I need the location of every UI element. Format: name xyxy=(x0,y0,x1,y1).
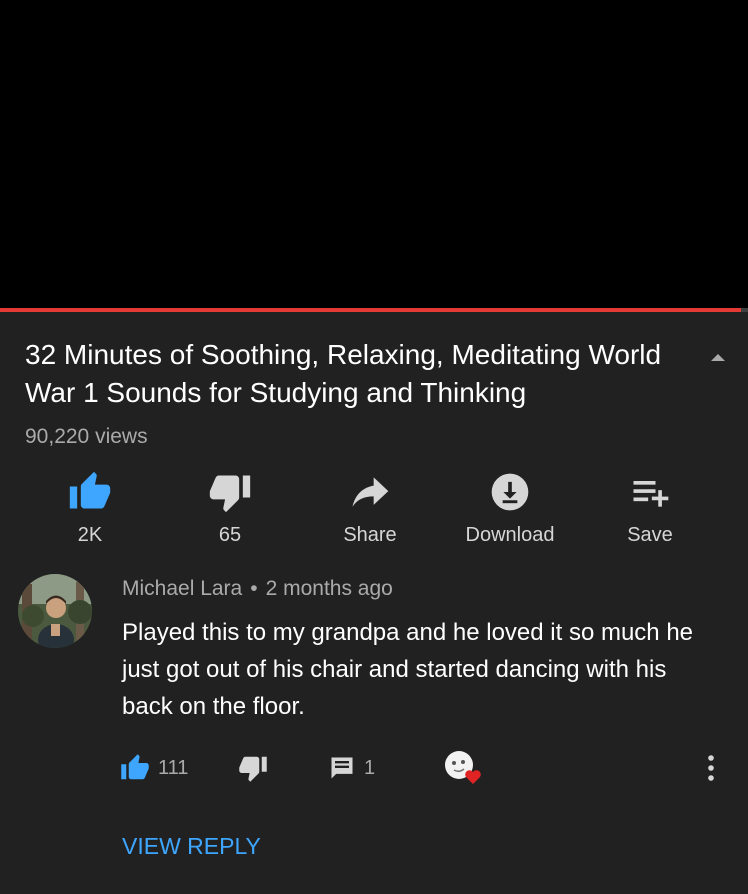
comment-reply-count: 1 xyxy=(364,756,376,779)
dislike-count: 65 xyxy=(218,524,242,546)
download-label: Download xyxy=(465,524,555,546)
like-count: 2K xyxy=(77,524,103,546)
save-label: Save xyxy=(627,524,673,546)
avatar[interactable] xyxy=(18,574,92,648)
comment-action-bar: 111 1 xyxy=(120,748,730,788)
comment-like-count: 111 xyxy=(158,756,189,779)
share-button[interactable]: Share xyxy=(300,470,440,547)
chevron-up-icon[interactable] xyxy=(706,345,730,369)
thumbs-down-icon xyxy=(209,475,251,513)
view-count: 90,220 views xyxy=(25,425,148,448)
progress-bar[interactable] xyxy=(0,308,748,312)
more-vertical-icon xyxy=(708,755,714,781)
download-icon xyxy=(491,473,529,511)
share-label: Share xyxy=(343,524,397,546)
comment-time[interactable]: 2 months ago xyxy=(266,577,393,600)
thumbs-up-icon xyxy=(121,754,149,780)
thumbs-up-icon xyxy=(69,471,111,509)
like-button[interactable]: 2K xyxy=(20,470,160,547)
progress-bar-fill xyxy=(0,308,741,312)
comment-like-button[interactable]: 111 xyxy=(120,748,188,788)
more-button[interactable] xyxy=(704,748,718,788)
download-button[interactable]: Download xyxy=(440,470,580,547)
video-player[interactable] xyxy=(0,0,748,308)
comment-icon xyxy=(331,757,353,779)
video-title: 32 Minutes of Soothing, Relaxing, Medita… xyxy=(25,339,662,408)
view-reply-button[interactable]: VIEW REPLY xyxy=(122,833,261,860)
comment-author[interactable]: Michael Lara xyxy=(122,577,242,600)
comment-dislike-button[interactable] xyxy=(238,748,268,788)
comment-text: Played this to my grandpa and he loved i… xyxy=(122,619,694,720)
save-button[interactable]: Save xyxy=(580,470,720,547)
dislike-button[interactable]: 65 xyxy=(160,470,300,547)
creator-heart-icon xyxy=(445,751,481,784)
thumbs-down-icon xyxy=(239,756,267,782)
meta-separator: • xyxy=(250,577,258,600)
comment-reply-button[interactable]: 1 xyxy=(328,748,375,788)
creator-heart xyxy=(442,748,486,788)
playlist-add-icon xyxy=(633,481,669,507)
share-arrow-icon xyxy=(352,477,389,507)
action-bar: 2K 65 Share Download Save xyxy=(20,470,720,560)
comment-meta: Michael Lara • 2 months ago xyxy=(122,577,393,601)
